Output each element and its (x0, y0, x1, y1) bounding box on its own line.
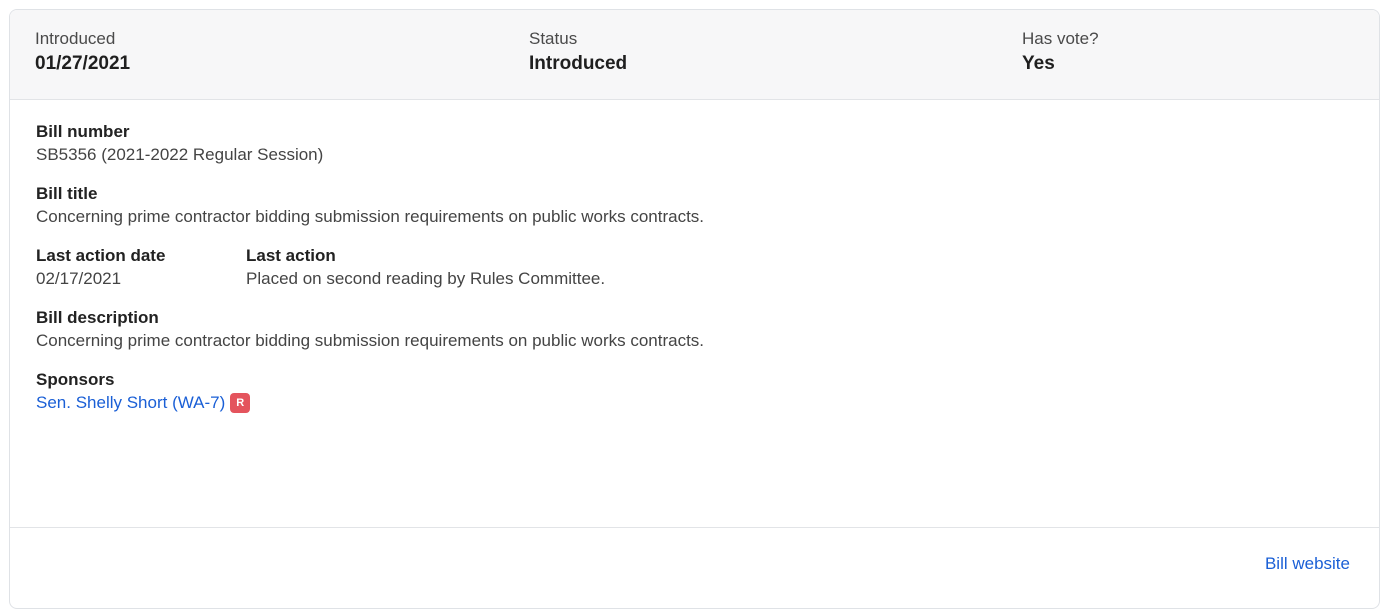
last-action-value: Placed on second reading by Rules Commit… (246, 269, 606, 288)
introduced-date: 01/27/2021 (35, 53, 131, 74)
last-action-date-field: Last action date 02/17/2021 (36, 245, 246, 291)
bill-number-field: Bill number SB5356 (2021-2022 Regular Se… (36, 121, 1353, 167)
introduced-summary: Introduced 01/27/2021 (35, 28, 130, 77)
last-action-field: Last action Placed on second reading by … (246, 245, 605, 291)
status-summary: Status Introduced (529, 28, 627, 77)
sponsors-label: Sponsors (36, 370, 115, 389)
last-action-date-label: Last action date (36, 246, 166, 265)
bill-title-label: Bill title (36, 184, 98, 203)
bill-title-field: Bill title Concerning prime contractor b… (36, 183, 1353, 229)
introduced-label: Introduced (35, 29, 116, 48)
bill-title-value: Concerning prime contractor bidding subm… (36, 207, 705, 226)
bill-details: Bill number SB5356 (2021-2022 Regular Se… (10, 100, 1379, 528)
last-action-row: Last action date 02/17/2021 Last action … (36, 245, 1353, 291)
bill-website-link[interactable]: Bill website (1265, 554, 1350, 574)
last-action-date-value: 02/17/2021 (36, 269, 122, 288)
party-badge: R (230, 393, 251, 413)
bill-number-label: Bill number (36, 122, 130, 141)
sponsor-item: Sen. Shelly Short (WA-7) R (36, 391, 1353, 415)
bill-description-field: Bill description Concerning prime contra… (36, 307, 1353, 353)
bill-card: Introduced 01/27/2021 Status Introduced … (9, 9, 1380, 609)
bill-description-value: Concerning prime contractor bidding subm… (36, 331, 705, 350)
vote-summary: Has vote? Yes (1022, 28, 1099, 77)
status-value: Introduced (529, 53, 628, 74)
has-vote-value: Yes (1022, 53, 1055, 74)
sponsor-link[interactable]: Sen. Shelly Short (WA-7) (36, 391, 225, 415)
last-action-label: Last action (246, 246, 336, 265)
bill-number-value: SB5356 (2021-2022 Regular Session) (36, 145, 324, 164)
bill-description-label: Bill description (36, 308, 159, 327)
has-vote-label: Has vote? (1022, 29, 1099, 48)
sponsors-field: Sponsors Sen. Shelly Short (WA-7) R (36, 369, 1353, 415)
status-label: Status (529, 29, 578, 48)
bill-summary-bar: Introduced 01/27/2021 Status Introduced … (10, 10, 1379, 100)
bill-card-footer: Bill website (10, 528, 1379, 608)
